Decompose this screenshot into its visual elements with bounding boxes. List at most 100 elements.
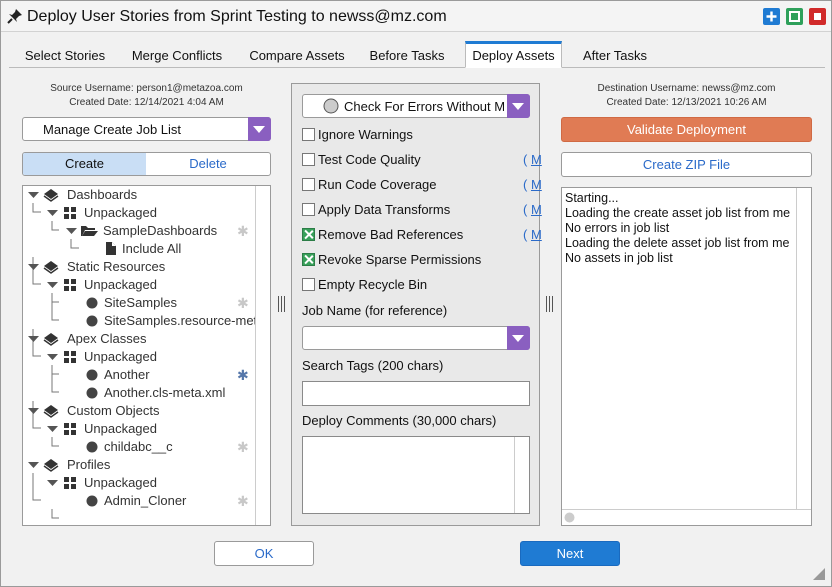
circle-icon bbox=[86, 369, 98, 381]
right-splitter-handle[interactable] bbox=[545, 296, 555, 312]
collapse-icon[interactable] bbox=[28, 264, 39, 271]
run-code-coverage-link[interactable]: ( M bbox=[523, 177, 542, 193]
tab-merge-conflicts[interactable]: Merge Conflicts bbox=[123, 41, 231, 68]
log-vertical-scrollbar[interactable] bbox=[796, 188, 811, 509]
deploy-comments-textarea[interactable] bbox=[302, 436, 530, 514]
log-line: Loading the delete asset job list from m… bbox=[565, 236, 790, 250]
create-zip-button[interactable]: Create ZIP File bbox=[561, 152, 812, 177]
source-created-date: Created Date: 12/14/2021 4:04 AM bbox=[69, 97, 224, 108]
collapse-icon[interactable] bbox=[47, 426, 58, 433]
checkbox-box[interactable] bbox=[302, 153, 315, 166]
link-text[interactable]: M bbox=[531, 227, 542, 242]
tree-label: Another.cls-meta.xml bbox=[104, 385, 226, 400]
collapse-icon[interactable] bbox=[28, 192, 39, 199]
chevron-down-icon bbox=[248, 117, 271, 141]
scroll-knob-icon[interactable] bbox=[564, 512, 575, 523]
log-horizontal-scrollbar[interactable] bbox=[562, 509, 811, 525]
destination-username: Destination Username: newss@mz.com bbox=[597, 83, 776, 94]
tree-label: Unpackaged bbox=[84, 205, 157, 220]
remove-bad-references-link[interactable]: ( M bbox=[523, 227, 542, 243]
source-username: Source Username: person1@metazoa.com bbox=[50, 83, 243, 94]
collapse-icon[interactable] bbox=[47, 282, 58, 289]
left-splitter-handle[interactable] bbox=[277, 296, 287, 312]
delete-segment[interactable]: Delete bbox=[146, 153, 270, 175]
maximize-icon bbox=[789, 11, 800, 22]
asterisk-icon[interactable]: ✱ bbox=[237, 366, 249, 384]
close-window-button[interactable] bbox=[809, 8, 826, 25]
deploy-assets-panel: Source Username: person1@metazoa.com Cre… bbox=[9, 68, 825, 580]
tab-select-stories[interactable]: Select Stories bbox=[15, 41, 115, 68]
folder-group-icon bbox=[43, 333, 59, 346]
job-name-combobox[interactable] bbox=[302, 326, 530, 350]
circle-icon bbox=[86, 495, 98, 507]
checkbox-box[interactable] bbox=[302, 253, 315, 266]
log-line: No errors in job list bbox=[565, 221, 670, 235]
collapse-icon[interactable] bbox=[47, 210, 58, 217]
link-text[interactable]: M bbox=[531, 152, 542, 167]
next-button[interactable]: Next bbox=[520, 541, 620, 566]
deploy-window: Deploy User Stories from Sprint Testing … bbox=[0, 0, 832, 587]
plus-icon bbox=[766, 11, 777, 22]
create-delete-toggle: Create Delete bbox=[22, 152, 271, 176]
job-list-select[interactable]: Manage Create Job List bbox=[22, 117, 271, 141]
link-paren: ( bbox=[523, 227, 528, 242]
open-folder-icon bbox=[81, 226, 98, 236]
link-text[interactable]: M bbox=[531, 202, 542, 217]
deploy-log: Starting... Loading the create asset job… bbox=[561, 187, 812, 526]
asterisk-icon[interactable]: ✱ bbox=[237, 222, 249, 240]
asterisk-icon[interactable]: ✱ bbox=[237, 294, 249, 312]
checkbox-box[interactable] bbox=[302, 178, 315, 191]
checkbox-label: Revoke Sparse Permissions bbox=[318, 252, 482, 267]
tree-scrollbar[interactable] bbox=[255, 186, 270, 525]
checkbox-box[interactable] bbox=[302, 203, 315, 216]
chevron-down-icon bbox=[507, 326, 530, 350]
collapse-icon[interactable] bbox=[47, 480, 58, 487]
create-segment[interactable]: Create bbox=[23, 153, 146, 175]
tab-compare-assets[interactable]: Compare Assets bbox=[241, 41, 353, 68]
link-text[interactable]: M bbox=[531, 177, 542, 192]
tree-label: Admin_Cloner bbox=[104, 493, 187, 508]
checkbox-box[interactable] bbox=[302, 278, 315, 291]
collapse-icon[interactable] bbox=[47, 354, 58, 361]
test-code-quality-link[interactable]: ( M bbox=[523, 152, 542, 168]
tree-label: Unpackaged bbox=[84, 277, 157, 292]
link-paren: ( bbox=[523, 202, 528, 217]
package-icon bbox=[64, 207, 76, 219]
check-mode-select[interactable]: Check For Errors Without Making Changes bbox=[302, 94, 530, 118]
deploy-comments-label: Deploy Comments (30,000 chars) bbox=[302, 413, 497, 428]
collapse-icon[interactable] bbox=[66, 228, 77, 235]
tree-label: Static Resources bbox=[67, 259, 166, 274]
ok-button[interactable]: OK bbox=[214, 541, 314, 566]
add-window-button[interactable] bbox=[763, 8, 780, 25]
search-tags-input[interactable] bbox=[302, 381, 530, 406]
tree-label: Custom Objects bbox=[67, 403, 160, 418]
package-icon bbox=[64, 477, 76, 489]
checkbox-label: Ignore Warnings bbox=[318, 127, 413, 142]
asterisk-icon[interactable]: ✱ bbox=[237, 492, 249, 510]
tree-label: Apex Classes bbox=[67, 331, 147, 346]
resize-grip-icon[interactable] bbox=[813, 568, 825, 580]
collapse-icon[interactable] bbox=[28, 408, 39, 415]
tree-label: SiteSamples bbox=[104, 295, 177, 310]
log-line: Loading the create asset job list from m… bbox=[565, 206, 791, 220]
comments-scrollbar[interactable] bbox=[514, 437, 529, 513]
check-mode-select-value: Check For Errors Without Making Changes bbox=[344, 99, 504, 114]
tab-before-tasks[interactable]: Before Tasks bbox=[361, 41, 453, 68]
maximize-window-button[interactable] bbox=[786, 8, 803, 25]
asterisk-icon[interactable]: ✱ bbox=[237, 438, 249, 456]
tree-label: Profiles bbox=[67, 457, 111, 472]
checkbox-label: Apply Data Transforms bbox=[318, 202, 451, 217]
tab-after-tasks[interactable]: After Tasks bbox=[575, 41, 655, 68]
validate-deployment-button[interactable]: Validate Deployment bbox=[561, 117, 812, 142]
tab-bar: Select Stories Merge Conflicts Compare A… bbox=[9, 41, 825, 68]
apply-data-transforms-link[interactable]: ( M bbox=[523, 202, 542, 218]
tab-deploy-assets[interactable]: Deploy Assets bbox=[465, 41, 562, 68]
collapse-icon[interactable] bbox=[28, 462, 39, 469]
collapse-icon[interactable] bbox=[28, 336, 39, 343]
tree-label: Dashboards bbox=[67, 187, 138, 202]
chevron-down-icon bbox=[507, 94, 530, 118]
checkbox-box[interactable] bbox=[302, 228, 315, 241]
pin-icon[interactable] bbox=[7, 8, 23, 24]
folder-group-icon bbox=[43, 459, 59, 472]
checkbox-box[interactable] bbox=[302, 128, 315, 141]
